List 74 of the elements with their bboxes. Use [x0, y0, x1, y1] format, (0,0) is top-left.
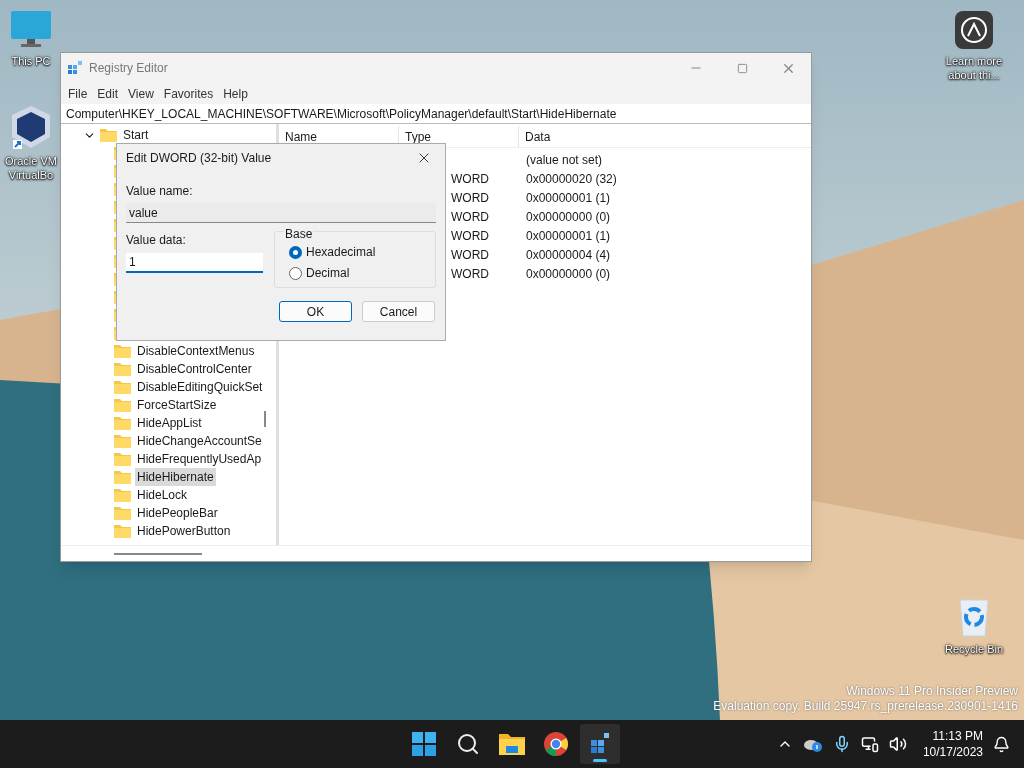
maximize-icon [736, 62, 748, 74]
tree-item[interactable]: HideAppList [135, 414, 204, 432]
windows-logo-icon [412, 732, 436, 756]
folder-icon [114, 434, 131, 448]
folder-icon [114, 470, 131, 484]
scrollbar-thumb[interactable] [264, 411, 266, 427]
value-data-field[interactable]: 1 [126, 253, 263, 273]
column-header[interactable]: Data [519, 126, 679, 147]
search-icon [456, 732, 480, 756]
network-icon[interactable] [860, 735, 879, 753]
notification-icon[interactable] [993, 735, 1010, 753]
folder-icon [114, 488, 131, 502]
active-indicator [593, 759, 607, 762]
table-cell-text: (value not set) [525, 151, 603, 169]
tree-item[interactable]: HideFrequentlyUsedAp [135, 450, 264, 468]
dialog-title: Edit DWORD (32-bit) Value [126, 150, 272, 167]
table-cell-text: 0x00000004 (4) [525, 246, 611, 264]
scrollbar-thumb[interactable] [114, 552, 202, 555]
speaker-icon[interactable] [888, 735, 907, 753]
radio-button[interactable] [289, 266, 302, 280]
tree-item[interactable]: HidePeopleBar [135, 504, 220, 522]
folder-icon [114, 506, 131, 520]
folder-icon [114, 524, 131, 538]
table-cell-text: 0x00000001 (1) [525, 189, 611, 207]
table-cell-text: WORD [451, 170, 489, 188]
value-name-field[interactable]: value [126, 203, 436, 223]
table-cell-text: 0x00000000 (0) [525, 265, 611, 283]
monitor-icon [9, 10, 53, 50]
table-cell-text: WORD [451, 208, 489, 226]
taskbar-button[interactable] [580, 724, 620, 764]
tree-item[interactable]: DisableEditingQuickSet [135, 378, 265, 396]
tree-item[interactable]: Start [123, 126, 149, 144]
tree-item[interactable]: HideChangeAccountSe [135, 432, 264, 450]
tree-item[interactable]: HideLock [135, 486, 190, 504]
folder-icon [114, 380, 131, 394]
table-cell-text: WORD [451, 246, 489, 264]
folder-icon [100, 128, 117, 142]
cubes-icon [589, 732, 611, 756]
folder-icon [499, 733, 525, 755]
field-label: Value data: [126, 232, 187, 249]
tree-item[interactable]: HideHibernate [135, 468, 216, 486]
tree-item[interactable]: DisableContextMenus [135, 342, 257, 360]
watermark-text: Windows 11 Pro Insider Preview [846, 684, 1018, 699]
table-cell-text: WORD [451, 227, 489, 245]
folder-icon [114, 452, 131, 466]
table-cell-text: WORD [451, 265, 489, 283]
tree-item[interactable]: DisableControlCenter [135, 360, 254, 378]
table-cell-text: 0x00000000 (0) [525, 208, 611, 226]
table-cell-text: 0x00000020 (32) [525, 170, 617, 188]
folder-icon [114, 344, 131, 358]
menu-item[interactable]: Edit [92, 84, 124, 103]
menu-item[interactable]: View [123, 84, 159, 103]
radio-button[interactable] [289, 245, 302, 259]
folder-icon [114, 416, 131, 430]
window-title: Registry Editor [89, 60, 168, 77]
field-label: Value name: [126, 183, 194, 200]
tree-item[interactable]: HidePowerButton [135, 522, 233, 540]
dialog-button[interactable]: Cancel [362, 301, 435, 322]
radio-label: Decimal [306, 265, 350, 282]
browser-icon [544, 732, 568, 756]
tree-item[interactable]: ForceStartSize [135, 396, 219, 414]
folder-icon [114, 398, 131, 412]
clock[interactable]: 11:13 PM 10/17/2023 [922, 728, 983, 760]
menu-item[interactable]: File [63, 84, 93, 103]
folder-icon [114, 362, 131, 376]
menu-item[interactable]: Favorites [158, 84, 219, 103]
radio-label: Hexadecimal [306, 244, 376, 261]
app-icon [67, 60, 83, 76]
menu-item[interactable]: Help [218, 84, 253, 103]
dialog-button[interactable]: OK [279, 301, 352, 322]
cube-icon [9, 104, 53, 150]
address-bar[interactable]: Computer\HKEY_LOCAL_MACHINE\SOFTWARE\Microsoft\PolicyManager\default\Start\HideHibernate [61, 104, 811, 124]
table-cell-text: 0x00000001 (1) [525, 227, 611, 245]
table-cell-text: WORD [451, 189, 489, 207]
